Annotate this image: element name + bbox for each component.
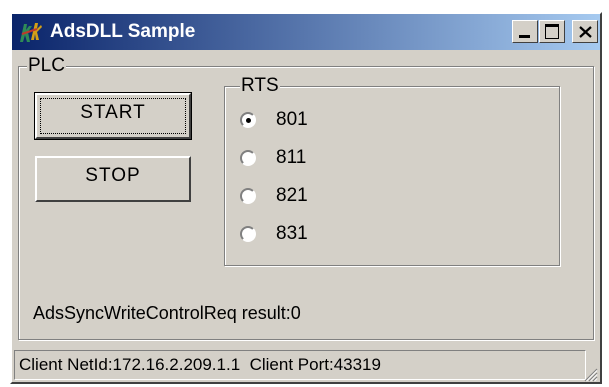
plc-group-label: PLC <box>27 55 66 76</box>
radio-label: 811 <box>276 147 307 168</box>
app-window: AdsDLL Sample PLC START STOP RTS 801 811… <box>10 12 602 384</box>
resize-grip-icon[interactable] <box>584 368 598 382</box>
radio-button[interactable] <box>240 150 256 166</box>
title-bar[interactable]: AdsDLL Sample <box>12 14 600 50</box>
rts-radio-811[interactable]: 811 <box>240 147 360 171</box>
app-icon <box>20 23 42 42</box>
start-button[interactable]: START <box>34 92 192 140</box>
rts-radio-821[interactable]: 821 <box>240 185 360 209</box>
rts-radio-831[interactable]: 831 <box>240 223 360 247</box>
maximize-icon <box>545 24 559 39</box>
status-text: Client NetId:172.16.2.209.1.1 Client Por… <box>19 355 381 374</box>
rts-group-label: RTS <box>240 75 280 96</box>
result-text: AdsSyncWriteControlReq result:0 <box>33 303 301 323</box>
radio-label: 821 <box>276 185 308 206</box>
radio-button[interactable] <box>240 188 256 204</box>
status-bar: Client NetId:172.16.2.209.1.1 Client Por… <box>14 350 598 382</box>
radio-selected-dot <box>246 118 251 123</box>
minimize-button[interactable] <box>512 20 538 43</box>
close-icon <box>579 26 592 38</box>
minimize-icon <box>519 35 530 38</box>
focus-rectangle <box>40 98 186 134</box>
stop-button-label: STOP <box>85 165 141 186</box>
radio-button[interactable] <box>240 226 256 242</box>
window-title: AdsDLL Sample <box>50 21 196 42</box>
status-pane: Client NetId:172.16.2.209.1.1 Client Por… <box>14 350 586 380</box>
radio-label: 801 <box>276 109 308 130</box>
rts-radio-group: 801 811 821 831 <box>224 104 544 264</box>
stop-button[interactable]: STOP <box>35 156 191 202</box>
maximize-button[interactable] <box>539 20 565 43</box>
radio-label: 831 <box>276 223 308 244</box>
close-button[interactable] <box>572 20 598 43</box>
radio-button[interactable] <box>240 112 256 128</box>
rts-radio-801[interactable]: 801 <box>240 109 360 133</box>
